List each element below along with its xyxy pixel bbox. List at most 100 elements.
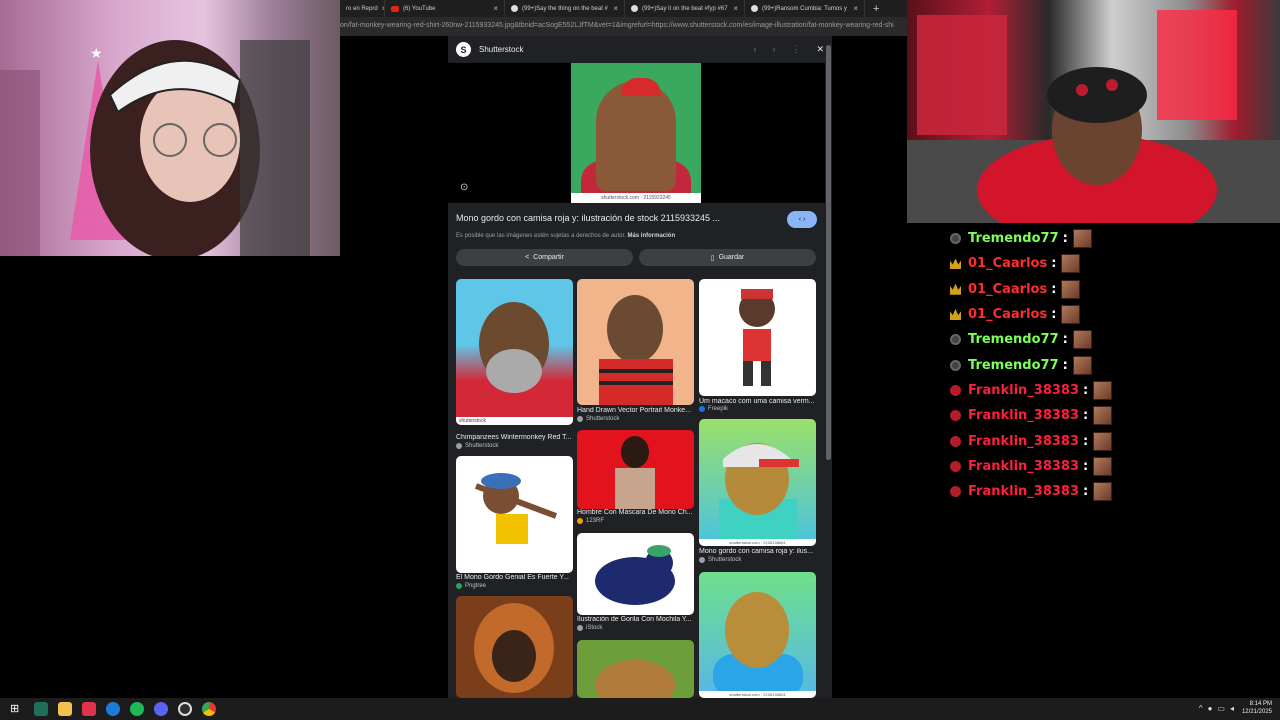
- dabbing-monkey-illustration: [474, 473, 558, 544]
- image-title[interactable]: Mono gordo con camisa roja y: ilustració…: [456, 213, 776, 223]
- result-caption[interactable]: Hombre Con Máscara De Mono Ch...: [577, 509, 695, 516]
- discord-icon[interactable]: [154, 702, 168, 716]
- chat-username[interactable]: Franklin_38383: [968, 434, 1079, 449]
- close-icon[interactable]: ✕: [816, 44, 824, 55]
- source-name: Shutterstock: [586, 416, 620, 422]
- chevron-left-icon[interactable]: ‹: [753, 44, 756, 55]
- source-name: Shutterstock: [708, 557, 742, 563]
- source-icon: [456, 583, 462, 589]
- browser-tab[interactable]: (99+)Say the thing on the beat # ×: [505, 0, 625, 17]
- browser-tab[interactable]: ro en Reprd ×: [340, 0, 385, 17]
- chat-username[interactable]: Franklin_38383: [968, 408, 1079, 423]
- result-caption[interactable]: Chimpanzees Wintermonkey Red T...: [456, 434, 574, 441]
- result-caption[interactable]: Hand Drawn Vector Portrait Monke...: [577, 407, 695, 414]
- vivaldi-icon[interactable]: [82, 702, 96, 716]
- chat-username[interactable]: 01_Caarlos: [968, 282, 1047, 297]
- close-icon[interactable]: ×: [613, 4, 618, 13]
- chat-separator: :: [1062, 231, 1068, 247]
- chat-username[interactable]: 01_Caarlos: [968, 256, 1047, 271]
- chat-username[interactable]: Tremendo77: [968, 332, 1059, 347]
- red-badge-icon: [950, 435, 961, 447]
- tab-label: (99+)Say it on the beat #fyp #67: [642, 5, 728, 12]
- mic-icon[interactable]: ●: [1208, 704, 1213, 713]
- source-name: Pngtree: [465, 583, 487, 589]
- volume-icon[interactable]: ◂: [1230, 704, 1234, 713]
- result-thumbnail[interactable]: [577, 640, 694, 698]
- result-thumbnail[interactable]: [456, 456, 573, 573]
- close-icon[interactable]: ×: [733, 4, 738, 13]
- clock-date: 12/21/2025: [1241, 709, 1272, 715]
- visit-button[interactable]: ‹ ›: [787, 211, 817, 228]
- chevron-up-icon[interactable]: ^: [1199, 704, 1203, 713]
- chat-separator: :: [1051, 307, 1057, 323]
- result-source: Shutterstock: [699, 557, 741, 563]
- webcam-left: ★: [0, 0, 340, 256]
- source-name[interactable]: Shutterstock: [479, 45, 523, 54]
- chat-username[interactable]: Tremendo77: [968, 358, 1059, 373]
- chat-message: Franklin_38383:: [950, 403, 1270, 428]
- source-icon: [577, 518, 583, 524]
- result-thumbnail[interactable]: [577, 430, 694, 509]
- edge-icon[interactable]: [106, 702, 120, 716]
- thumb-watermark: shutterstock: [456, 417, 573, 425]
- mask-man-photo: [615, 436, 655, 509]
- file-explorer-icon[interactable]: [58, 702, 72, 716]
- browser-tab[interactable]: (99+)Ransom Cumbia: Tumos y ×: [745, 0, 865, 17]
- result-thumbnail[interactable]: shutterstock.com · 2108138624: [699, 572, 816, 698]
- tab-label: (6) YouTube: [403, 5, 436, 12]
- system-tray: ^ ● ▭ ◂: [1199, 704, 1234, 713]
- chat-separator: :: [1083, 408, 1089, 424]
- result-caption[interactable]: Um macaco com uma camisa verm...: [699, 398, 817, 405]
- result-thumbnail[interactable]: [577, 533, 694, 615]
- emote-icon: [1061, 279, 1081, 299]
- result-caption[interactable]: El Mono Gordo Genial Es Fuerte Y...: [456, 574, 574, 581]
- animal-photo: [595, 660, 675, 698]
- clock-time: 8:14 PM: [1249, 701, 1272, 707]
- share-button[interactable]: < Compartir: [456, 249, 633, 266]
- close-icon[interactable]: ×: [493, 4, 498, 13]
- new-tab-button[interactable]: +: [865, 3, 887, 15]
- obs-icon[interactable]: [178, 702, 192, 716]
- chevron-right-icon[interactable]: ›: [772, 44, 775, 55]
- start-icon[interactable]: ⊞: [10, 702, 24, 716]
- result-thumbnail[interactable]: shutterstock: [456, 279, 573, 425]
- browser-tab[interactable]: (6) YouTube ×: [385, 0, 505, 17]
- chat-username[interactable]: Franklin_38383: [968, 459, 1079, 474]
- result-thumbnail[interactable]: [577, 279, 694, 405]
- terminal-icon[interactable]: [34, 702, 48, 716]
- more-info-link[interactable]: Más información: [627, 233, 675, 239]
- result-thumbnail[interactable]: [456, 596, 573, 698]
- more-icon[interactable]: ⋮: [791, 44, 800, 55]
- main-image[interactable]: shutterstock.com · 2115933245: [571, 63, 701, 203]
- chat-username[interactable]: Tremendo77: [968, 231, 1059, 246]
- source-icon: [456, 443, 462, 449]
- chat-separator: :: [1083, 382, 1089, 398]
- circle-badge-icon: [950, 334, 961, 346]
- cartoon-monkey-illustration: [739, 289, 775, 386]
- tiktok-icon: [631, 5, 638, 12]
- clock[interactable]: 8:14 PM 12/21/2025: [1242, 700, 1272, 716]
- address-bar[interactable]: on/fat-monkey-wearing-red-shirt-260nw-21…: [340, 17, 907, 36]
- browser-tab[interactable]: (99+)Say it on the beat #fyp #67 ×: [625, 0, 745, 17]
- result-thumbnail[interactable]: shutterstock.com · 2108138604: [699, 419, 816, 546]
- spotify-icon[interactable]: [130, 702, 144, 716]
- result-source: Shutterstock: [456, 443, 498, 449]
- close-icon[interactable]: ×: [853, 4, 858, 13]
- chrome-icon[interactable]: [202, 702, 216, 716]
- result-thumbnail[interactable]: [699, 279, 816, 396]
- image-watermark: shutterstock.com · 2115933245: [571, 193, 701, 203]
- crown-badge-icon: [950, 309, 961, 321]
- source-icon: [699, 557, 705, 563]
- save-button[interactable]: ▯ Guardar: [639, 249, 816, 266]
- panel-scrollbar[interactable]: [826, 45, 831, 460]
- lens-icon[interactable]: ⊙: [460, 182, 468, 193]
- chat-username[interactable]: Franklin_38383: [968, 484, 1079, 499]
- chat-username[interactable]: 01_Caarlos: [968, 307, 1047, 322]
- webcam-left-scene: ★: [0, 40, 310, 256]
- result-caption[interactable]: Mono gordo con camisa roja y: ilus...: [699, 548, 817, 555]
- network-icon[interactable]: ▭: [1217, 704, 1225, 713]
- chat-username[interactable]: Franklin_38383: [968, 383, 1079, 398]
- cap-shape: [621, 78, 661, 96]
- result-caption[interactable]: Ilustración de Gorila Con Mochila Y...: [577, 616, 695, 623]
- red-badge-icon: [950, 460, 961, 472]
